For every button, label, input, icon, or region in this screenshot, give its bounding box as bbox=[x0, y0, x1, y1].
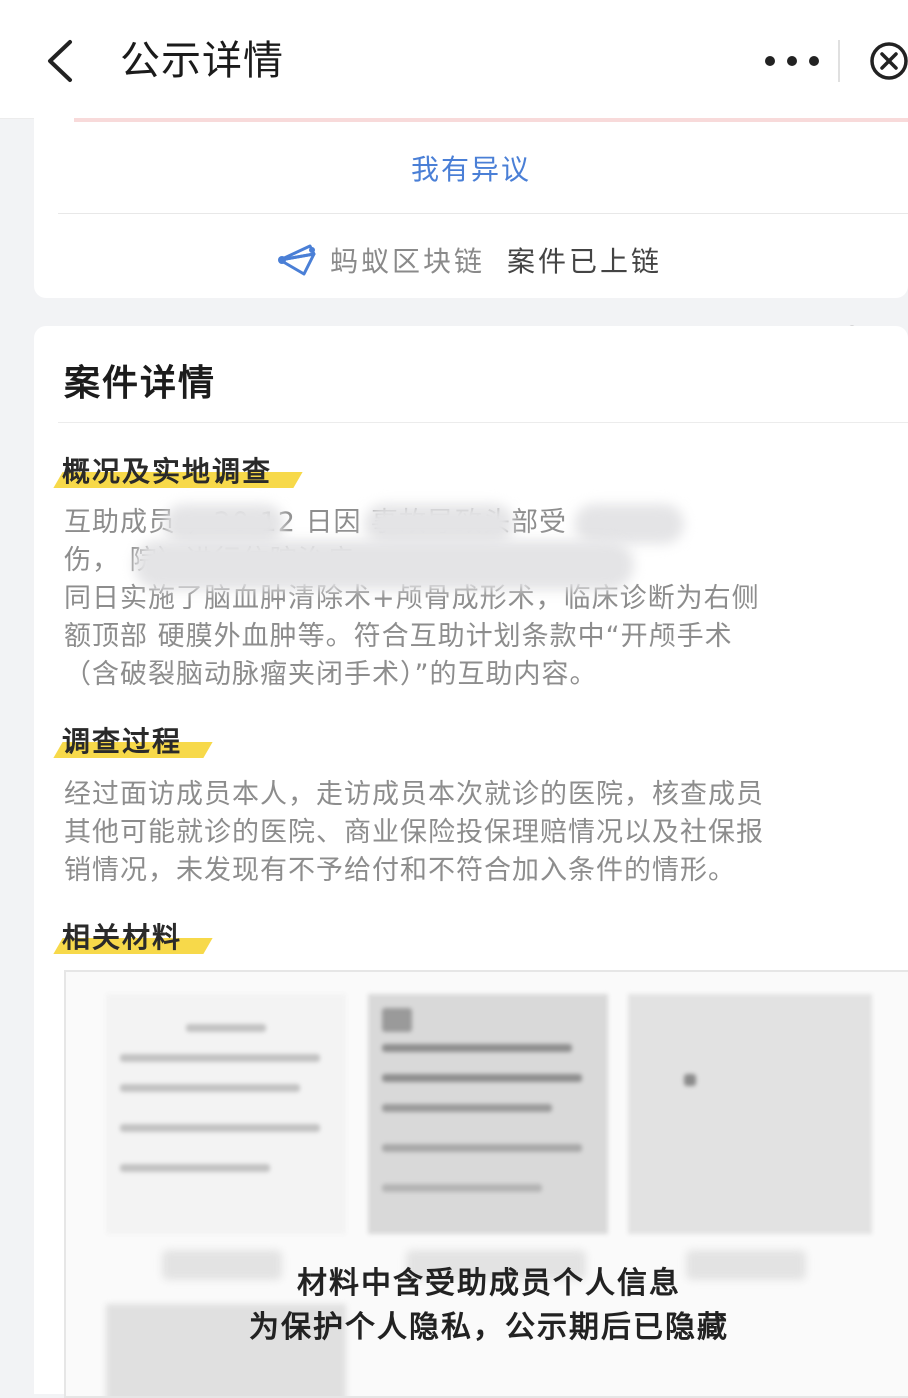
divider bbox=[58, 213, 908, 214]
materials-gallery: 材料中含受助成员个人信息 为保护个人隐私，公示期后已隐藏 bbox=[64, 970, 908, 1398]
redaction-blur bbox=[574, 504, 684, 544]
section-heading-overview: 概况及实地调查 bbox=[53, 450, 303, 490]
accent-line bbox=[74, 118, 908, 122]
section-heading-investigation: 调查过程 bbox=[53, 720, 213, 760]
investigation-paragraph: 经过面访成员本人，走访成员本次就诊的医院，核查成员 其他可能就诊的医院、商业保险… bbox=[64, 776, 904, 890]
section-heading-materials: 相关材料 bbox=[53, 916, 213, 956]
divider bbox=[58, 422, 908, 423]
redaction-blur bbox=[164, 504, 284, 544]
more-horizontal-icon[interactable] bbox=[762, 50, 822, 72]
ant-blockchain-icon bbox=[278, 244, 316, 276]
chain-status-label: 案件已上链 bbox=[507, 245, 663, 278]
paragraph-line: 其他可能就诊的医院、商业保险投保理赔情况以及社保报 bbox=[64, 817, 764, 848]
paragraph-line: （含破裂脑动脉瘤夹闭手术）”的互助内容。 bbox=[64, 659, 598, 690]
privacy-notice-line: 为保护个人隐私，公示期后已隐藏 bbox=[249, 1310, 729, 1345]
chain-brand-label: 蚂蚁区块链 bbox=[330, 245, 486, 278]
page-title: 公示详情 bbox=[120, 38, 284, 84]
blockchain-row: 蚂蚁区块链 案件已上链 bbox=[274, 240, 662, 280]
material-thumbnail[interactable] bbox=[106, 994, 346, 1234]
objection-card: 我有异议 蚂蚁区块链 案件已上链 bbox=[34, 118, 908, 298]
nav-header: 公示详情 bbox=[0, 0, 908, 118]
material-thumbnail[interactable] bbox=[628, 994, 872, 1234]
material-thumbnail[interactable] bbox=[368, 994, 608, 1234]
paragraph-line: 额顶部 硬膜外血肿等。符合互助计划条款中“开颅手术 bbox=[64, 621, 733, 652]
paragraph-line: 销情况，未发现有不予给付和不符合加入条件的情形。 bbox=[64, 855, 736, 886]
objection-link[interactable]: 我有异议 bbox=[34, 148, 908, 188]
header-divider bbox=[838, 40, 840, 82]
paragraph-line: 经过面访成员本人，走访成员本次就诊的医院，核查成员 bbox=[64, 779, 764, 810]
redaction-blur bbox=[364, 504, 514, 544]
privacy-notice-line: 材料中含受助成员个人信息 bbox=[297, 1266, 681, 1301]
case-details-title: 案件详情 bbox=[64, 363, 217, 404]
close-circle-icon[interactable] bbox=[868, 40, 908, 82]
redaction-blur bbox=[134, 540, 634, 590]
case-details-card: 案件详情 概况及实地调查 互助成员 ，20 12 日因 事故导致头部受 伤， 院… bbox=[34, 326, 908, 1398]
chevron-left-icon[interactable] bbox=[40, 36, 80, 86]
